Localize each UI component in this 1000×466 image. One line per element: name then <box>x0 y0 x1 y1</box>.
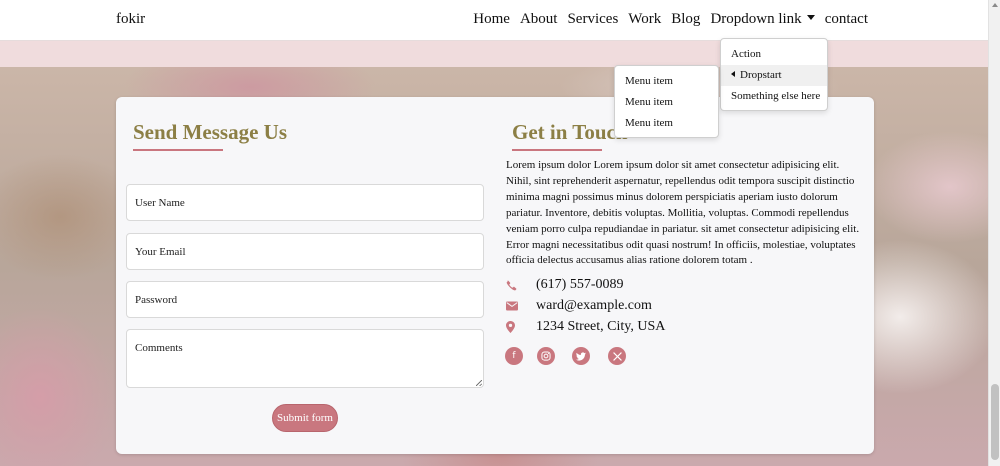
form-title-underline <box>133 149 223 151</box>
envelope-icon <box>506 301 536 311</box>
contact-email-row: ward@example.com <box>506 298 652 314</box>
email-placeholder: Your Email <box>135 246 186 258</box>
map-pin-icon <box>506 321 536 333</box>
submenu-item[interactable]: Menu item <box>615 71 718 92</box>
nav-blog[interactable]: Blog <box>671 11 700 28</box>
comments-placeholder: Comments <box>135 342 183 354</box>
password-placeholder: Password <box>135 294 178 306</box>
instagram-icon[interactable] <box>537 347 555 365</box>
caret-left-icon <box>731 71 735 77</box>
nav-work[interactable]: Work <box>628 11 661 28</box>
submenu-item[interactable]: Menu item <box>615 92 718 113</box>
nav-dropdown-label: Dropdown link <box>710 11 802 27</box>
scroll-up-icon[interactable] <box>992 3 998 7</box>
username-placeholder: User Name <box>135 197 185 209</box>
nav-home[interactable]: Home <box>473 11 510 28</box>
contact-address-row: 1234 Street, City, USA <box>506 319 665 335</box>
submenu-item[interactable]: Menu item <box>615 113 718 134</box>
phone-icon <box>506 280 536 291</box>
caret-down-icon <box>806 15 815 20</box>
contact-card: Send Message Us User Name Your Email Pas… <box>116 97 874 454</box>
brand-logo[interactable]: fokir <box>116 11 145 28</box>
resize-handle-icon[interactable] <box>476 380 482 386</box>
username-field[interactable]: User Name <box>126 184 484 221</box>
x-icon[interactable] <box>608 347 626 365</box>
dropdown-item-something-else[interactable]: Something else here <box>721 86 827 107</box>
dropdown-menu: Action Dropstart Something else here <box>720 38 828 111</box>
dropdown-item-action[interactable]: Action <box>721 44 827 65</box>
email-text: ward@example.com <box>536 298 652 313</box>
email-field[interactable]: Your Email <box>126 233 484 270</box>
dropstart-submenu: Menu item Menu item Menu item <box>614 65 719 138</box>
form-title: Send Message Us <box>133 120 288 144</box>
phone-text: (617) 557-0089 <box>536 277 624 292</box>
nav-contact[interactable]: contact <box>825 11 868 28</box>
comments-field[interactable]: Comments <box>126 329 484 388</box>
nav-about[interactable]: About <box>520 11 558 28</box>
address-text: 1234 Street, City, USA <box>536 319 666 334</box>
scrollbar-thumb[interactable] <box>991 384 999 460</box>
password-field[interactable]: Password <box>126 281 484 318</box>
twitter-icon[interactable] <box>572 347 590 365</box>
navbar: fokir Home About Services Work Blog Drop… <box>0 0 988 41</box>
contact-title: Get in Touch <box>512 120 628 144</box>
header-band <box>0 41 988 67</box>
dropdown-item-dropstart[interactable]: Dropstart <box>721 65 827 86</box>
contact-title-underline <box>512 149 602 151</box>
nav-services[interactable]: Services <box>567 11 618 28</box>
contact-description: Lorem ipsum dolor Lorem ipsum dolor sit … <box>506 159 860 267</box>
page-scrollbar[interactable] <box>988 0 1000 466</box>
facebook-icon[interactable]: f <box>505 347 523 365</box>
nav-links: Home About Services Work Blog Dropdown l… <box>463 11 868 28</box>
nav-dropdown-toggle[interactable]: Dropdown link <box>710 11 815 28</box>
submit-button[interactable]: Submit form <box>272 404 338 432</box>
dropdown-item-dropstart-label: Dropstart <box>740 69 782 81</box>
contact-phone-row: (617) 557-0089 <box>506 277 624 293</box>
